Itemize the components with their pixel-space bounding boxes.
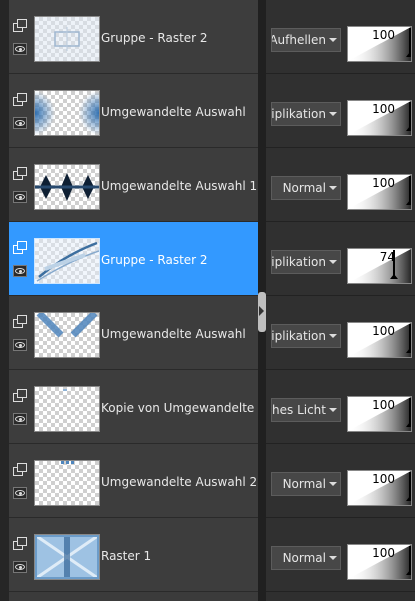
eye-icon[interactable] xyxy=(13,561,27,573)
splitter-arrow-icon xyxy=(259,306,264,316)
thumbnail-image xyxy=(61,461,74,464)
layer-name[interactable]: Raster 1 xyxy=(101,548,258,564)
layers-icon[interactable] xyxy=(13,315,27,328)
layer-thumbnail[interactable] xyxy=(34,164,100,210)
thumbnail-image xyxy=(35,91,99,135)
opacity-value: 100 xyxy=(372,324,395,338)
chevron-down-icon xyxy=(329,334,337,338)
blend-mode-dropdown[interactable]: Multiplikation xyxy=(271,102,341,126)
layers-icon[interactable] xyxy=(13,93,27,106)
chevron-down-icon xyxy=(329,408,337,412)
layer-thumbnail[interactable] xyxy=(34,312,100,358)
layer-name[interactable]: Gruppe - Raster 2 xyxy=(101,30,258,46)
opacity-value: 100 xyxy=(372,472,395,486)
blend-mode-value: Aufhellen xyxy=(271,33,326,47)
opacity-slider[interactable]: 100 xyxy=(347,26,412,62)
layer-thumbnail[interactable] xyxy=(34,460,100,506)
layer-name[interactable]: Gruppe - Raster 2 xyxy=(101,252,258,268)
opacity-marker[interactable] xyxy=(406,102,411,131)
chevron-down-icon xyxy=(329,556,337,560)
layer-name[interactable]: Umgewandelte Auswahl 2 xyxy=(101,474,258,490)
layer-name[interactable]: Umgewandelte Auswahl xyxy=(101,326,258,342)
eye-icon[interactable] xyxy=(13,339,27,351)
blend-mode-value: Normal xyxy=(282,551,326,565)
blend-mode-value: Normal xyxy=(282,181,326,195)
layer-row[interactable]: Umgewandelte Auswahl Multiplikation 100 xyxy=(0,74,415,148)
layers-palette: Gruppe - Raster 2 Aufhellen 100 Umgewand… xyxy=(0,0,415,601)
chevron-down-icon xyxy=(329,38,337,42)
blend-mode-dropdown[interactable]: Weiches Licht xyxy=(271,398,341,422)
eye-icon[interactable] xyxy=(13,487,27,499)
eye-icon[interactable] xyxy=(13,117,27,129)
layers-icon[interactable] xyxy=(13,389,27,402)
layers-icon[interactable] xyxy=(13,463,27,476)
chevron-down-icon xyxy=(329,112,337,116)
panel-splitter-handle[interactable] xyxy=(258,292,266,332)
layer-row[interactable]: Raster 1 Normal 100 xyxy=(0,518,415,592)
blend-mode-dropdown[interactable]: Aufhellen xyxy=(271,28,341,52)
blend-mode-dropdown[interactable]: Normal xyxy=(271,472,341,496)
opacity-marker[interactable] xyxy=(406,28,411,57)
thumbnail-image xyxy=(63,389,67,391)
layer-thumbnail[interactable] xyxy=(34,386,100,432)
layers-icon[interactable] xyxy=(13,167,27,180)
blend-mode-value: Multiplikation xyxy=(271,107,326,121)
layer-thumbnail[interactable] xyxy=(34,238,100,284)
opacity-marker[interactable] xyxy=(390,250,398,279)
opacity-slider[interactable]: 100 xyxy=(347,100,412,136)
layer-thumbnail[interactable] xyxy=(34,16,100,62)
layers-icon[interactable] xyxy=(13,241,27,254)
eye-icon[interactable] xyxy=(13,413,27,425)
thumbnail-image xyxy=(35,535,99,579)
layer-row[interactable]: Umgewandelte Auswahl 1 Normal 100 xyxy=(0,148,415,222)
blend-mode-value: Multiplikation xyxy=(271,255,326,269)
blend-mode-dropdown[interactable]: Multiplikation xyxy=(271,324,341,348)
layer-row[interactable]: Umgewandelte Auswahl 2 Normal 100 xyxy=(0,444,415,518)
layers-icon[interactable] xyxy=(13,19,27,32)
blend-mode-value: Normal xyxy=(282,477,326,491)
eye-icon[interactable] xyxy=(13,191,27,203)
opacity-marker[interactable] xyxy=(406,176,411,205)
layer-row[interactable]: Gruppe - Raster 2 Multiplikation 74 xyxy=(0,222,415,296)
thumbnail-image xyxy=(35,173,99,201)
opacity-value: 100 xyxy=(372,546,395,560)
opacity-marker[interactable] xyxy=(406,398,411,427)
opacity-slider[interactable]: 100 xyxy=(347,322,412,358)
eye-icon[interactable] xyxy=(13,265,27,277)
thumbnail-image xyxy=(35,239,99,283)
opacity-marker[interactable] xyxy=(406,546,411,575)
opacity-slider[interactable]: 100 xyxy=(347,396,412,432)
opacity-value: 100 xyxy=(372,28,395,42)
layer-name[interactable]: Umgewandelte Auswahl xyxy=(101,104,258,120)
blend-mode-dropdown[interactable]: Normal xyxy=(271,176,341,200)
layer-thumbnail[interactable] xyxy=(34,90,100,136)
opacity-slider[interactable]: 100 xyxy=(347,174,412,210)
blend-mode-value: Weiches Licht xyxy=(272,403,326,417)
chevron-down-icon xyxy=(329,482,337,486)
chevron-down-icon xyxy=(329,186,337,190)
thumbnail-image xyxy=(35,17,99,61)
opacity-slider[interactable]: 100 xyxy=(347,544,412,580)
layer-row[interactable]: Gruppe - Raster 2 Aufhellen 100 xyxy=(0,0,415,74)
layers-icon[interactable] xyxy=(13,537,27,550)
opacity-value: 100 xyxy=(372,176,395,190)
opacity-slider[interactable]: 74 xyxy=(347,248,412,284)
opacity-value: 100 xyxy=(372,102,395,116)
blend-mode-dropdown[interactable]: Multiplikation xyxy=(271,250,341,274)
thumbnail-image xyxy=(36,313,98,338)
layer-name[interactable]: Umgewandelte Auswahl 1 xyxy=(101,178,258,194)
layer-name[interactable]: Kopie von Umgewandelte Auswahl xyxy=(101,400,258,416)
opacity-marker[interactable] xyxy=(406,324,411,353)
eye-icon[interactable] xyxy=(13,43,27,55)
opacity-marker[interactable] xyxy=(406,472,411,501)
opacity-slider[interactable]: 100 xyxy=(347,470,412,506)
blend-mode-value: Multiplikation xyxy=(271,329,326,343)
layer-row[interactable]: Umgewandelte Auswahl Multiplikation 100 xyxy=(0,296,415,370)
opacity-value: 100 xyxy=(372,398,395,412)
blend-mode-dropdown[interactable]: Normal xyxy=(271,546,341,570)
chevron-down-icon xyxy=(329,260,337,264)
layer-thumbnail[interactable] xyxy=(34,534,100,580)
layer-row[interactable]: Kopie von Umgewandelte Auswahl Weiches L… xyxy=(0,370,415,444)
